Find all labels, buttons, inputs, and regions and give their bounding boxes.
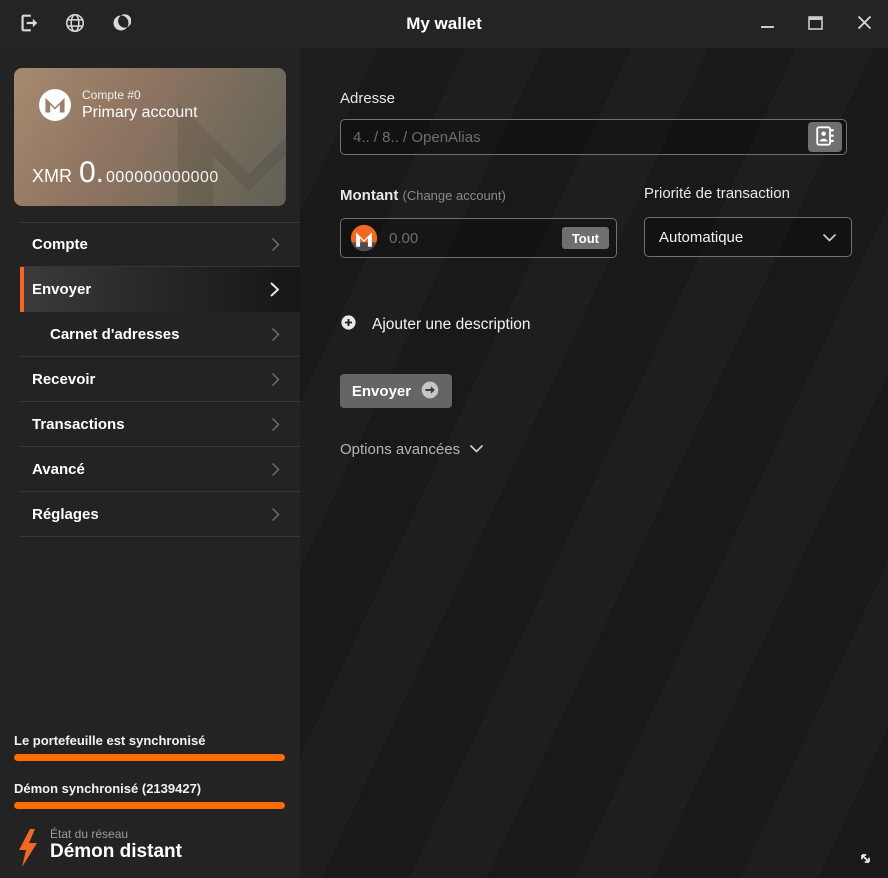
priority-selected-value: Automatique	[659, 229, 743, 246]
wallet-sync-status: Le portefeuille est synchronisé	[14, 733, 205, 748]
daemon-sync-status: Démon synchronisé (2139427)	[14, 781, 201, 796]
sidebar-item-reglages[interactable]: Réglages	[20, 492, 300, 537]
network-status-label: État du réseau	[50, 827, 128, 841]
chevron-right-icon	[271, 462, 280, 477]
resize-handle[interactable]	[857, 850, 874, 872]
sidebar-item-avance[interactable]: Avancé	[20, 447, 300, 492]
add-description-button[interactable]: Ajouter une description	[340, 314, 531, 336]
account-name: Primary account	[82, 104, 198, 122]
daemon-sync-progress-fill	[14, 802, 285, 809]
send-page: Adresse	[300, 48, 888, 878]
dark-mode-button[interactable]	[98, 0, 144, 48]
chevron-right-icon	[271, 507, 280, 522]
close-button[interactable]	[840, 0, 888, 48]
balance-integer: 0.	[79, 156, 104, 190]
resize-arrow-icon	[857, 854, 874, 871]
sidebar-item-compte[interactable]: Compte	[20, 222, 300, 267]
amount-label-row: Montant (Change account)	[340, 187, 506, 204]
account-label: Compte #0	[82, 88, 198, 102]
moon-icon	[111, 13, 131, 36]
chevron-right-icon	[271, 417, 280, 432]
address-input[interactable]	[340, 119, 847, 155]
plus-circle-icon	[340, 314, 357, 336]
globe-icon	[64, 12, 86, 37]
monero-watermark-icon	[154, 68, 286, 206]
amount-field-wrap: Tout	[340, 218, 617, 258]
sidebar-item-label: Avancé	[32, 461, 85, 478]
address-book-button[interactable]	[808, 122, 842, 152]
advanced-options-label: Options avancées	[340, 441, 460, 458]
chevron-right-icon	[271, 372, 280, 387]
sidebar-item-label: Envoyer	[32, 281, 91, 298]
logout-button[interactable]	[6, 0, 52, 48]
sidebar-item-carnet-adresses[interactable]: Carnet d'adresses	[20, 312, 300, 357]
sidebar-item-label: Transactions	[32, 416, 125, 433]
sidebar-item-envoyer[interactable]: Envoyer	[20, 267, 300, 312]
account-balance: XMR 0. 000000000000	[32, 156, 219, 190]
priority-label: Priorité de transaction	[644, 185, 790, 202]
titlebar: My wallet	[0, 0, 888, 48]
send-button-label: Envoyer	[352, 383, 411, 400]
sidebar-item-label: Réglages	[32, 506, 99, 523]
sidebar-item-label: Recevoir	[32, 371, 95, 388]
sidebar-item-label: Carnet d'adresses	[50, 326, 179, 343]
wallet-sync-progressbar	[14, 754, 285, 761]
lightning-bolt-icon	[16, 828, 40, 873]
maximize-icon	[807, 14, 825, 35]
close-icon	[855, 13, 874, 35]
advanced-options-toggle[interactable]: Options avancées	[340, 440, 484, 458]
daemon-sync-progressbar	[14, 802, 285, 809]
amount-label: Montant	[340, 187, 398, 204]
language-button[interactable]	[52, 0, 98, 48]
network-status-value[interactable]: Démon distant	[50, 841, 182, 863]
sidebar-item-transactions[interactable]: Transactions	[20, 402, 300, 447]
sidebar-nav: Compte Envoyer Carnet d'adresses	[0, 222, 300, 537]
change-account-hint[interactable]: (Change account)	[403, 188, 506, 203]
titlebar-left-actions	[0, 0, 144, 48]
window-controls	[744, 0, 888, 48]
address-label: Adresse	[340, 90, 395, 107]
chevron-right-icon	[271, 327, 280, 342]
wallet-sync-progress-fill	[14, 754, 285, 761]
sidebar: Compte #0 Primary account XMR 0. 0000000…	[0, 48, 300, 878]
priority-select[interactable]: Automatique	[644, 217, 852, 257]
sidebar-item-label: Compte	[32, 236, 88, 253]
address-book-icon	[814, 125, 836, 150]
maximize-button[interactable]	[792, 0, 840, 48]
send-button[interactable]: Envoyer	[340, 374, 452, 408]
chevron-down-icon	[822, 233, 837, 242]
chevron-right-icon	[269, 281, 280, 298]
monero-coin-icon	[350, 224, 378, 257]
balance-decimals: 000000000000	[106, 169, 219, 187]
add-description-label: Ajouter une description	[372, 316, 531, 334]
sidebar-item-recevoir[interactable]: Recevoir	[20, 357, 300, 402]
minimize-icon	[760, 15, 776, 34]
monero-wallet-window: My wallet	[0, 0, 888, 878]
chevron-right-icon	[271, 237, 280, 252]
chevron-down-icon	[469, 440, 484, 458]
arrow-right-circle-icon	[420, 380, 440, 403]
send-all-button[interactable]: Tout	[562, 227, 609, 249]
monero-logo-icon	[38, 88, 72, 127]
logout-icon	[18, 12, 40, 37]
account-card[interactable]: Compte #0 Primary account XMR 0. 0000000…	[14, 68, 286, 206]
address-field-wrap	[340, 119, 847, 155]
minimize-button[interactable]	[744, 0, 792, 48]
balance-currency: XMR	[32, 166, 72, 187]
